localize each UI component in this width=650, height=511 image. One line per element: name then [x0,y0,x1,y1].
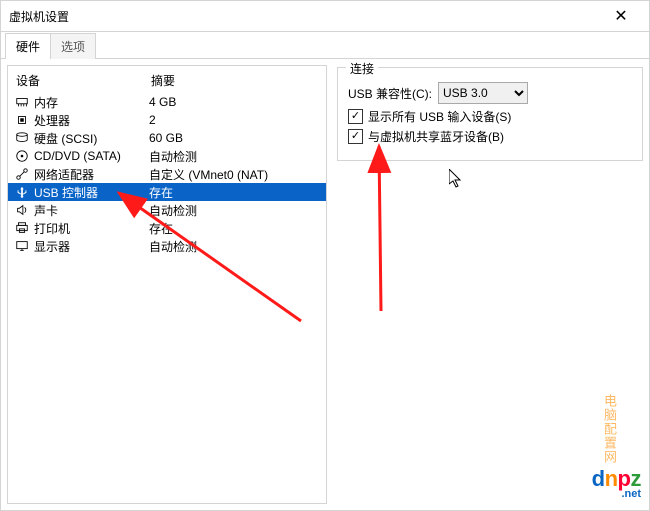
close-button[interactable]: ✕ [601,2,641,30]
device-label: CD/DVD (SATA) [34,149,149,163]
device-summary: 自动检测 [149,148,320,165]
tab-options-label: 选项 [61,40,85,54]
device-row[interactable]: 硬盘 (SCSI)60 GB [8,129,326,147]
device-summary: 4 GB [149,95,320,109]
device-row[interactable]: 内存4 GB [8,93,326,111]
device-row[interactable]: 声卡自动检测 [8,201,326,219]
content-area: 设备 摘要 内存4 GB处理器2硬盘 (SCSI)60 GBCD/DVD (SA… [1,59,649,510]
connection-group: 连接 USB 兼容性(C): USB 3.0 ✓ 显示所有 USB 输入设备(S… [337,67,643,161]
device-list-panel: 设备 摘要 内存4 GB处理器2硬盘 (SCSI)60 GBCD/DVD (SA… [7,65,327,504]
device-label: 网络适配器 [34,166,149,183]
device-row[interactable]: 网络适配器自定义 (VMnet0 (NAT) [8,165,326,183]
usb-icon [14,184,30,200]
usb-compat-label: USB 兼容性(C): [348,85,432,102]
device-summary: 60 GB [149,131,320,145]
device-row[interactable]: CD/DVD (SATA)自动检测 [8,147,326,165]
device-list: 内存4 GB处理器2硬盘 (SCSI)60 GBCD/DVD (SATA)自动检… [8,93,326,503]
connection-group-title: 连接 [346,60,378,77]
checkbox-checked-icon: ✓ [348,109,363,124]
device-label: USB 控制器 [34,184,149,201]
device-summary: 自动检测 [149,202,320,219]
sound-icon [14,202,30,218]
settings-panel: 连接 USB 兼容性(C): USB 3.0 ✓ 显示所有 USB 输入设备(S… [337,65,643,504]
device-row[interactable]: USB 控制器存在 [8,183,326,201]
column-device: 设备 [16,72,151,89]
column-summary: 摘要 [151,72,318,89]
tabbar: 硬件 选项 [1,32,649,59]
device-label: 硬盘 (SCSI) [34,130,149,147]
usb-compat-select[interactable]: USB 3.0 [438,82,528,104]
show-all-usb-checkbox[interactable]: ✓ 显示所有 USB 输入设备(S) [348,108,632,125]
device-summary: 存在 [149,184,320,201]
checkbox-checked-icon: ✓ [348,129,363,144]
share-bluetooth-checkbox[interactable]: ✓ 与虚拟机共享蓝牙设备(B) [348,128,632,145]
display-icon [14,238,30,254]
device-label: 处理器 [34,112,149,129]
disc-icon [14,148,30,164]
usb-compat-row: USB 兼容性(C): USB 3.0 [348,82,632,104]
network-icon [14,166,30,182]
window-title: 虚拟机设置 [9,8,69,25]
device-label: 声卡 [34,202,149,219]
device-row[interactable]: 处理器2 [8,111,326,129]
vm-settings-window: 虚拟机设置 ✕ 硬件 选项 设备 摘要 内存4 GB处理器2硬盘 (SCSI)6… [0,0,650,511]
cpu-icon [14,112,30,128]
device-label: 内存 [34,94,149,111]
device-summary: 自定义 (VMnet0 (NAT) [149,166,320,183]
titlebar: 虚拟机设置 ✕ [1,1,649,32]
show-all-usb-label: 显示所有 USB 输入设备(S) [368,108,511,125]
memory-icon [14,94,30,110]
disk-icon [14,130,30,146]
device-summary: 自动检测 [149,238,320,255]
device-label: 打印机 [34,220,149,237]
device-row[interactable]: 打印机存在 [8,219,326,237]
printer-icon [14,220,30,236]
tab-hardware[interactable]: 硬件 [5,33,51,59]
device-row[interactable]: 显示器自动检测 [8,237,326,255]
device-label: 显示器 [34,238,149,255]
device-summary: 存在 [149,220,320,237]
share-bluetooth-label: 与虚拟机共享蓝牙设备(B) [368,128,504,145]
device-summary: 2 [149,113,320,127]
device-list-header: 设备 摘要 [8,66,326,93]
tab-hardware-label: 硬件 [16,40,40,54]
close-icon: ✕ [614,6,627,26]
tab-options[interactable]: 选项 [50,33,96,59]
